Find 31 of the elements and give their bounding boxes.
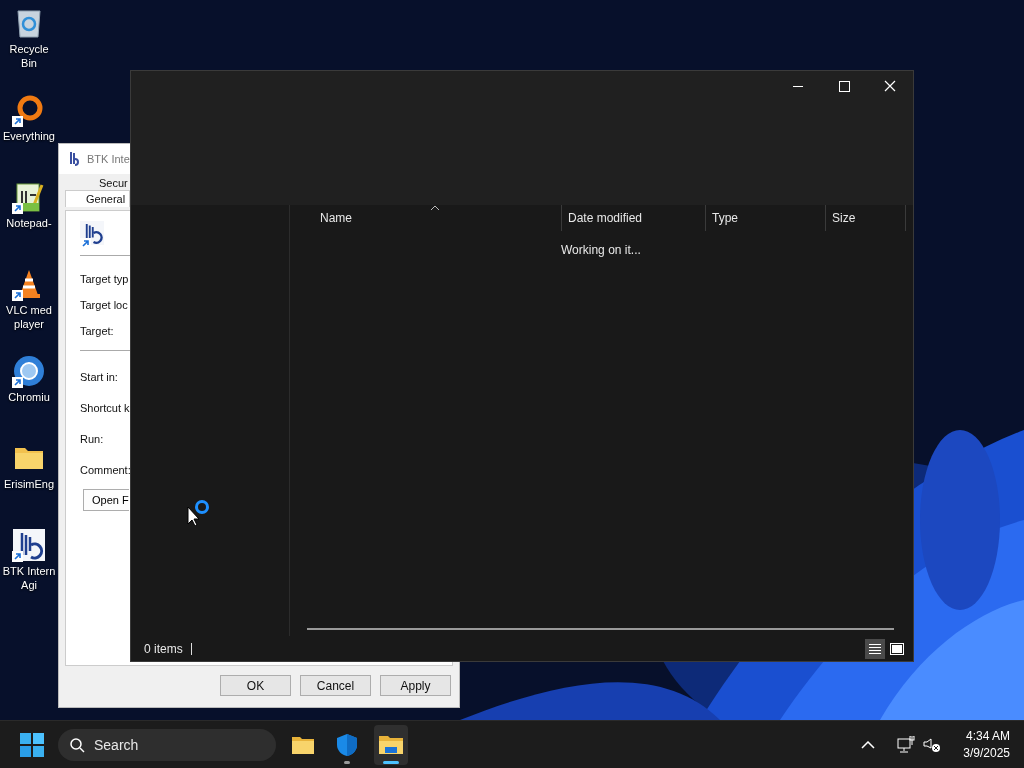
desktop-icon-label: VLC med player [5,303,53,331]
field-label: Target: [80,325,114,337]
field-label: Start in: [80,370,118,383]
field-label: Shortcut k [80,401,130,414]
desktop-icon-label: Everything [2,129,56,143]
desktop-icon-label: Recycle Bin [8,42,50,70]
field-label: Comment: [80,463,131,476]
column-header[interactable]: Date modified [562,205,706,231]
item-count: 0 items [144,642,192,655]
desktop-icon-label: BTK Intern Agi [1,564,57,592]
desktop-icon-label: Notepad- [5,216,53,230]
clock-date: 3/9/2025 [963,744,1010,762]
dialog-button[interactable]: Cancel [300,675,371,696]
desktop-icon-label: Chromiu [7,390,51,404]
dialog-button[interactable]: OK [220,675,291,696]
dialog-tab[interactable]: General [65,190,130,207]
dialog-title: BTK Inte [87,153,130,165]
dialog-tab[interactable]: Secur [97,176,130,190]
desktop-icon-label: ErisimEng [2,477,56,491]
dialog-button[interactable]: Apply [380,675,451,696]
clock[interactable]: 4:34 AM 3/9/2025 [949,727,1024,762]
field-label: Target typ [80,273,129,285]
search-field[interactable]: Search [58,728,276,761]
field-label: Run: [80,432,104,445]
loading-message: Working on it... [561,243,641,257]
field-label: Target loc [80,299,128,311]
clock-time: 4:34 AM [965,727,1010,745]
column-header[interactable]: Name [290,205,562,231]
column-header[interactable]: Size [826,205,906,231]
column-header[interactable]: Type [706,205,826,231]
open-file-location-button[interactable]: Open F [83,489,129,511]
